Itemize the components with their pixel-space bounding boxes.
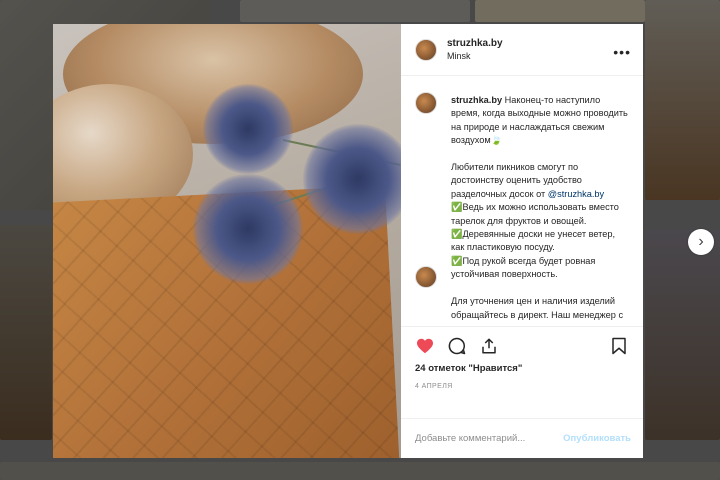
caption-area: struzhka.by Наконец-то наступило время, … [401,76,643,326]
post-sidebar: struzhka.by Minsk ••• struzhka.by Наконе… [401,24,643,458]
chevron-right-icon[interactable]: › [688,229,714,255]
more-icon[interactable]: ••• [613,44,631,60]
caption-mention[interactable]: @struzhka.by [548,189,604,199]
post-date[interactable]: 4 апреля [415,383,629,390]
thistle-flower [203,84,293,174]
avatar[interactable] [415,92,437,114]
comment-input[interactable] [415,433,564,444]
heart-icon[interactable] [415,336,435,356]
avatar[interactable] [415,266,437,288]
header-username[interactable]: struzhka.by [447,37,503,50]
post-photo[interactable] [53,24,401,458]
post-modal: struzhka.by Minsk ••• struzhka.by Наконе… [53,24,643,458]
comment-icon[interactable] [447,336,467,356]
publish-button[interactable]: Опубликовать [563,433,631,444]
thistle-flower [193,174,303,284]
location-link[interactable]: Minsk [447,50,503,63]
avatar[interactable] [415,38,437,61]
post-caption: struzhka.by Наконец-то наступило время, … [451,94,629,326]
comment-bar: Опубликовать [401,418,643,458]
post-header: struzhka.by Minsk ••• [401,24,643,76]
caption-username[interactable]: struzhka.by [451,95,502,105]
caption-text-continued: ✅Ведь их можно использовать вместо тарел… [451,202,624,326]
caption-text: Наконец-то наступило время, когда выходн… [451,95,628,199]
post-actions: 24 отметок "Нравится" 4 апреля [401,326,643,418]
likes-count[interactable]: 24 отметок "Нравится" [415,363,629,374]
bookmark-icon[interactable] [609,336,629,356]
share-icon[interactable] [479,336,499,356]
